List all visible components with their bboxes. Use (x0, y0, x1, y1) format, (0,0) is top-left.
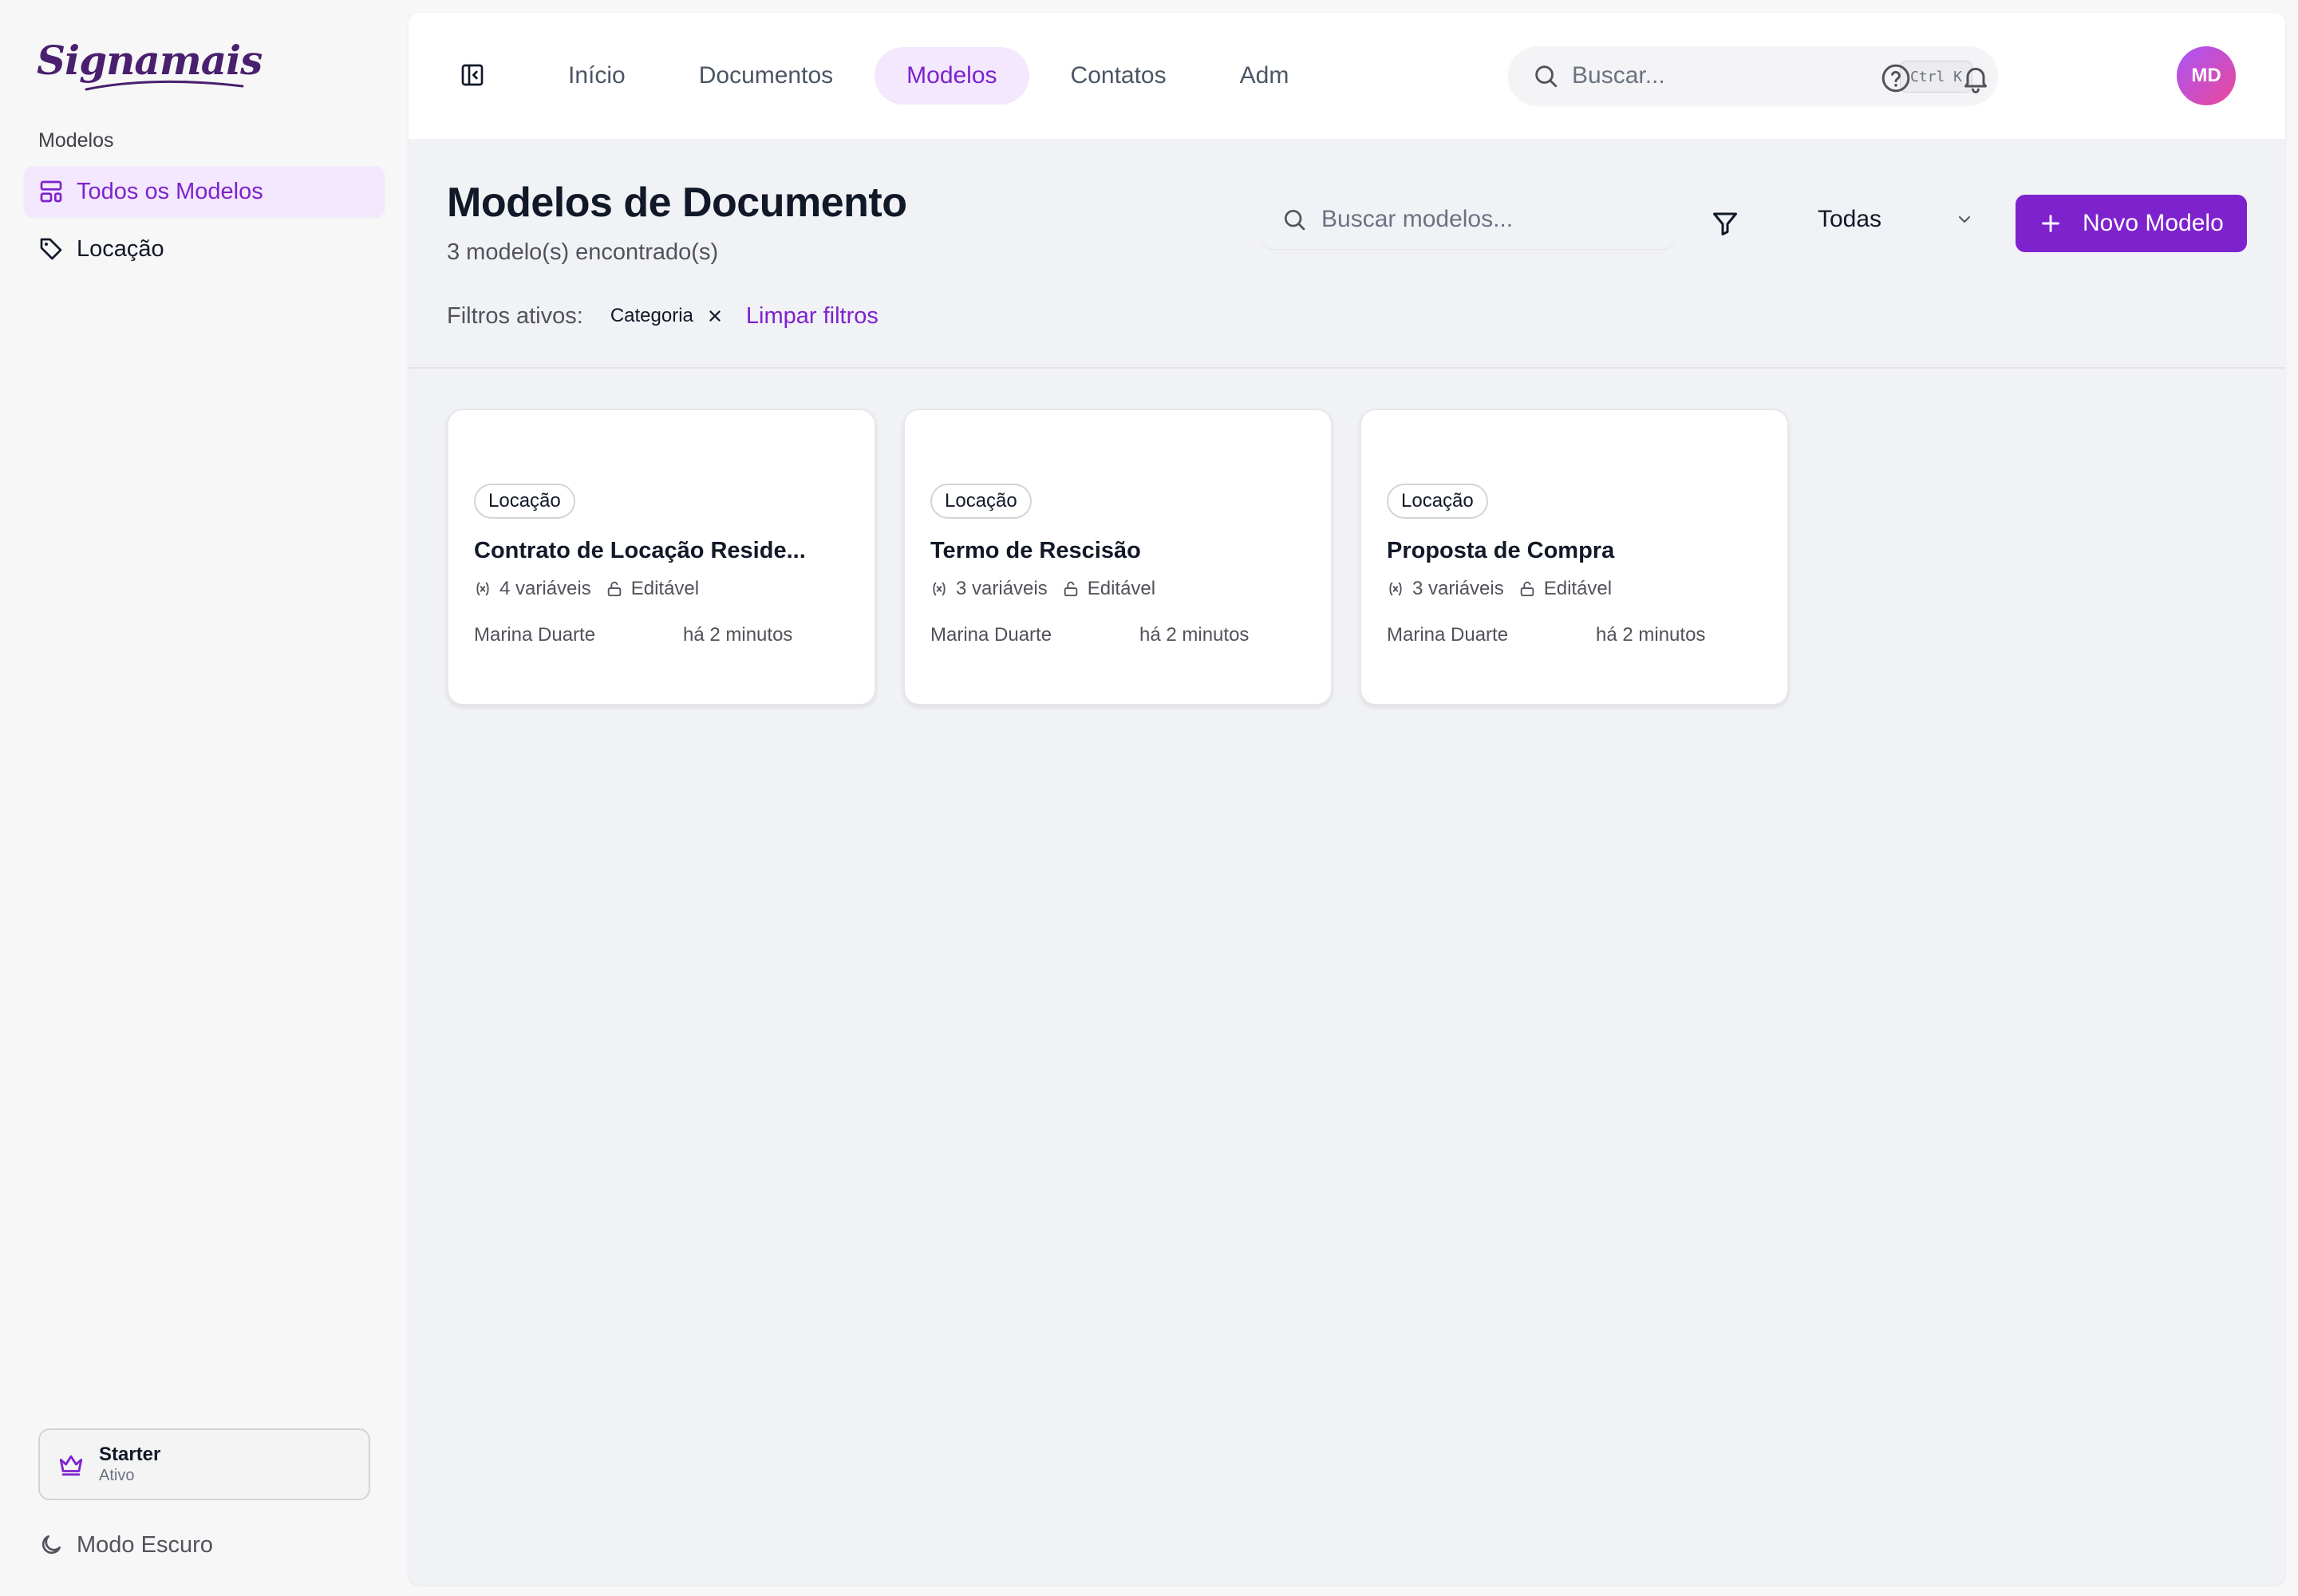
template-card[interactable]: Locação Proposta de Compra 3 variáveis E… (1360, 409, 1789, 705)
variables-count: 3 variáveis (956, 578, 1048, 599)
results-count: 3 modelo(s) encontrado(s) (447, 239, 719, 265)
plus-icon (2042, 215, 2059, 232)
lock-open-icon (1520, 581, 1534, 597)
plan-name: Starter (99, 1444, 161, 1465)
active-filters: Filtros ativos: Categoria Limpar filtros (447, 295, 879, 337)
new-template-label: Novo Modelo (2083, 210, 2224, 236)
template-card[interactable]: Locação Termo de Rescisão 3 variáveis Ed… (903, 409, 1333, 705)
editable-status: Editável (1087, 578, 1156, 599)
template-meta: 4 variáveis Editável (474, 578, 699, 600)
variables-count: 4 variáveis (499, 578, 591, 599)
tab-contatos[interactable]: Contatos (1039, 47, 1198, 105)
template-title: Proposta de Compra (1387, 538, 1615, 563)
category-badge: Locação (474, 484, 575, 519)
template-author: Marina Duarte (1387, 624, 1509, 646)
sidebar-collapse-icon[interactable] (460, 62, 485, 88)
bell-icon[interactable] (1960, 62, 1992, 94)
variable-icon (933, 582, 946, 596)
plan-card[interactable]: Starter Ativo (38, 1428, 370, 1500)
tab-modelos[interactable]: Modelos (875, 47, 1029, 105)
variable-icon (1389, 582, 1402, 596)
category-badge: Locação (1387, 484, 1488, 519)
lock-open-icon (1064, 581, 1077, 597)
lock-open-icon (607, 581, 621, 597)
filter-chip-categoria: Categoria (597, 295, 736, 337)
variable-icon (476, 582, 489, 596)
moon-icon (41, 1535, 61, 1555)
template-title: Termo de Rescisão (930, 538, 1141, 563)
dark-mode-label: Modo Escuro (77, 1531, 213, 1558)
sidebar-section-title: Modelos (38, 129, 114, 152)
global-search[interactable]: Ctrl K (1508, 46, 1998, 105)
clear-filters-link[interactable]: Limpar filtros (746, 303, 879, 330)
help-icon[interactable] (1880, 62, 1912, 94)
sidebar-item-label: Todos os Modelos (77, 178, 263, 204)
template-card[interactable]: Locação Contrato de Locação Reside... 4 … (447, 409, 876, 705)
tab-documentos[interactable]: Documentos (667, 47, 865, 105)
main-nav: Início Documentos Modelos Contatos Adm (536, 47, 1321, 105)
variables-count: 3 variáveis (1412, 578, 1504, 599)
template-search-input[interactable] (1321, 206, 1641, 233)
template-updated-time: há 2 minutos (1139, 624, 1250, 646)
search-icon (1285, 210, 1305, 231)
brand-logo[interactable]: Signamais (37, 37, 263, 93)
section-divider (409, 367, 2285, 369)
top-bar: Início Documentos Modelos Contatos Adm C… (409, 13, 2285, 139)
new-template-button[interactable]: Novo Modelo (2016, 195, 2247, 252)
sidebar: Signamais Modelos Todos os Modelos Locaç… (0, 0, 407, 1596)
filter-chip-label: Categoria (610, 305, 693, 326)
template-author: Marina Duarte (474, 624, 596, 646)
editable-status: Editável (1543, 578, 1613, 599)
filter-icon[interactable] (1711, 209, 1739, 238)
category-select-value: Todas (1818, 206, 1882, 232)
tag-icon (40, 238, 62, 260)
user-avatar[interactable]: MD (2177, 46, 2236, 105)
template-author: Marina Duarte (930, 624, 1052, 646)
chevron-down-icon (1959, 216, 1970, 223)
plan-status: Ativo (99, 1467, 135, 1484)
templates-icon (40, 180, 62, 203)
template-meta: 3 variáveis Editável (930, 578, 1155, 600)
logo-swoosh-icon (85, 80, 244, 91)
category-select[interactable]: Todas (1765, 190, 1993, 249)
page-title: Modelos de Documento (447, 180, 907, 226)
tab-inicio[interactable]: Início (536, 47, 657, 105)
search-icon (1535, 65, 1558, 88)
tab-adm[interactable]: Adm (1208, 47, 1321, 105)
template-title: Contrato de Locação Reside... (474, 538, 806, 563)
sidebar-item-all-templates[interactable]: Todos os Modelos (24, 166, 385, 217)
sidebar-item-label: Locação (77, 235, 164, 262)
dark-mode-toggle[interactable]: Modo Escuro (38, 1529, 213, 1561)
template-updated-time: há 2 minutos (683, 624, 793, 646)
brand-name: Signamais (37, 37, 263, 84)
template-updated-time: há 2 minutos (1596, 624, 1706, 646)
editable-status: Editável (630, 578, 700, 599)
global-search-input[interactable] (1572, 62, 1859, 89)
template-search[interactable] (1262, 190, 1674, 249)
remove-filter-icon[interactable] (706, 307, 724, 325)
sidebar-item-locacao[interactable]: Locação (24, 223, 385, 275)
crown-icon (59, 1455, 83, 1476)
category-badge: Locação (930, 484, 1032, 519)
active-filters-label: Filtros ativos: (447, 302, 583, 329)
main-panel: Início Documentos Modelos Contatos Adm C… (409, 13, 2285, 1585)
template-meta: 3 variáveis Editável (1387, 578, 1612, 600)
